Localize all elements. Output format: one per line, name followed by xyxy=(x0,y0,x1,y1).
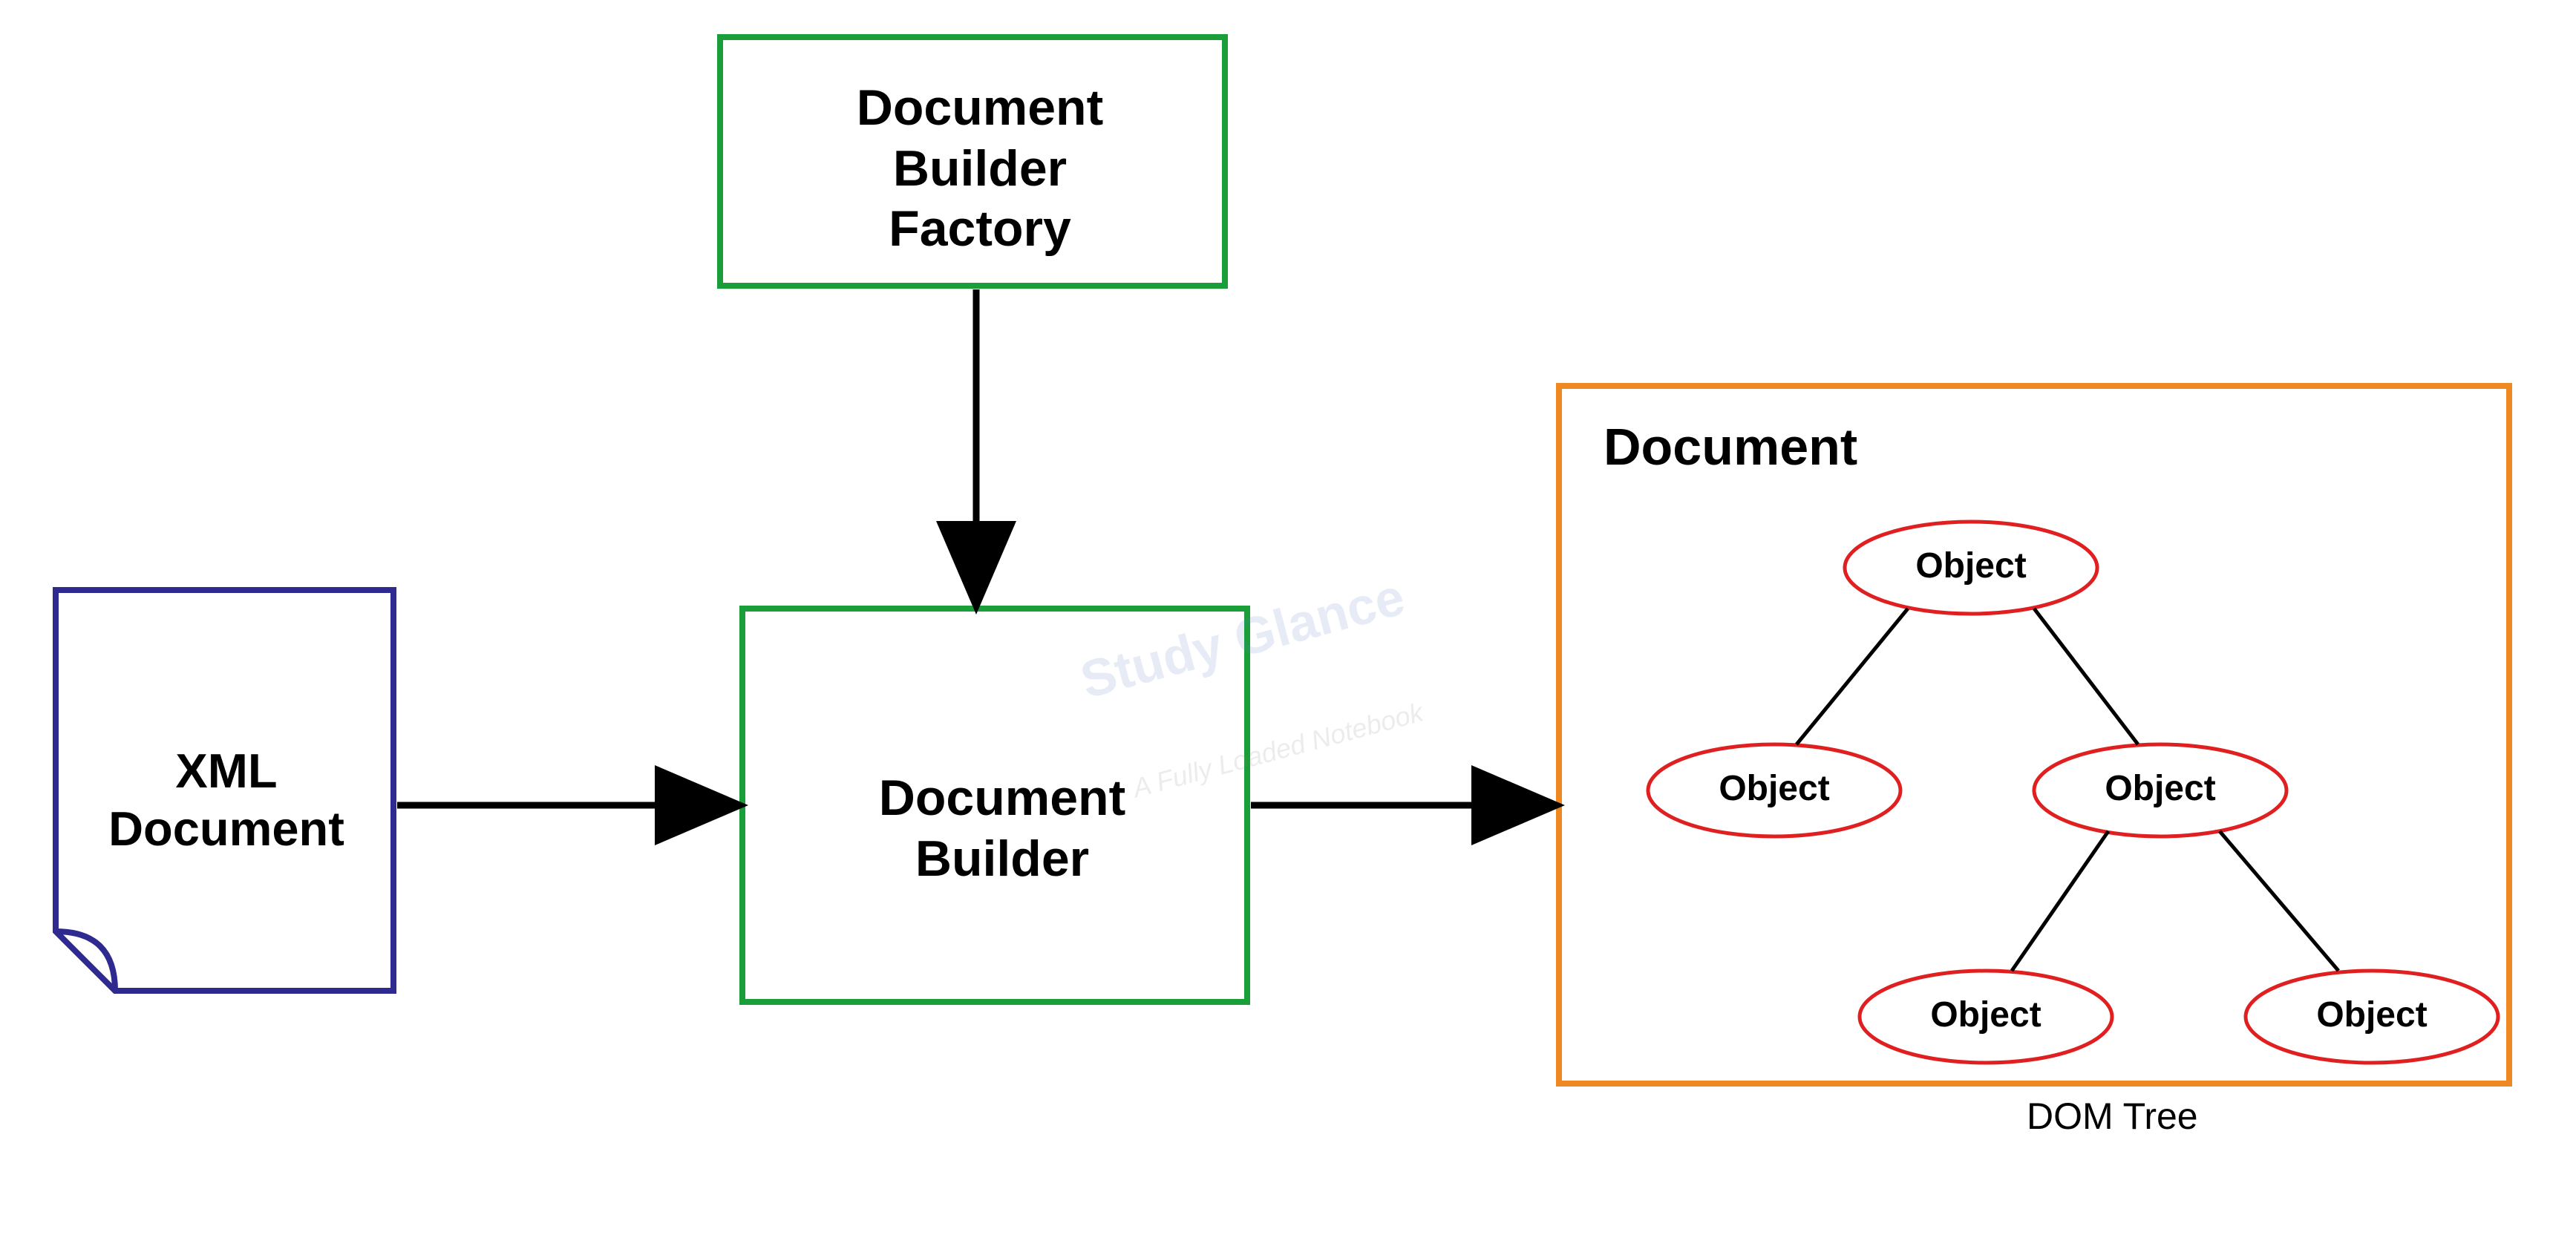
builder-text: Document Builder xyxy=(765,768,1240,889)
tree-edge-right-left xyxy=(2012,831,2108,971)
tree-label-l1-right: Object xyxy=(2086,768,2235,809)
xml-document-label: XML Document xyxy=(78,742,375,858)
factory-label: Document Builder Factory xyxy=(742,78,1217,260)
factory-text: Document Builder Factory xyxy=(742,78,1217,260)
document-title-text: Document xyxy=(1604,418,1857,476)
tree-edge-root-left xyxy=(1797,609,1908,744)
diagram-container: Study Glance A Fully Loaded Notebook XML… xyxy=(0,0,2576,1255)
document-title-label: Document xyxy=(1604,416,1975,478)
document-container-box xyxy=(1559,386,2509,1084)
tree-label-l2-right: Object xyxy=(2298,995,2446,1035)
tree-edge-root-right xyxy=(2034,609,2138,744)
tree-label-root: Object xyxy=(1897,545,2045,586)
xml-document-text: XML Document xyxy=(78,742,375,858)
diagram-svg xyxy=(0,0,2576,1255)
tree-label-l2-left: Object xyxy=(1912,995,2060,1035)
builder-label: Document Builder xyxy=(765,768,1240,889)
tree-edge-right-right xyxy=(2220,831,2338,971)
dom-tree-caption: DOM Tree xyxy=(2027,1095,2198,1138)
tree-label-l1-left: Object xyxy=(1700,768,1848,809)
